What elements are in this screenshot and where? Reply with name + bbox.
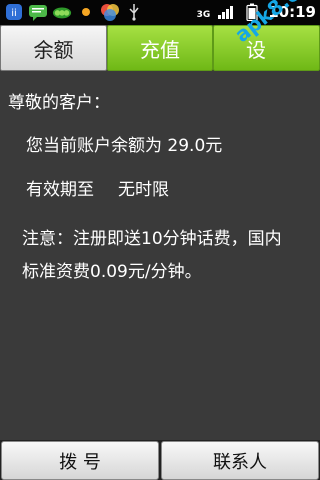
tab-bar: 余额 充值 设 — [0, 25, 320, 71]
svg-text:ii: ii — [11, 8, 17, 19]
network-type: 3G — [196, 10, 211, 20]
message-icon — [28, 2, 48, 22]
tab-balance[interactable]: 余额 — [0, 25, 107, 71]
balance-text: 您当前账户余额为 29.0元 — [26, 136, 223, 156]
system-status: 3G 10:19 — [197, 2, 316, 22]
app-icon: ii — [4, 2, 24, 22]
tab-recharge[interactable]: 充值 — [107, 25, 213, 71]
contacts-button[interactable]: 联系人 — [161, 441, 319, 480]
validity-label: 有效期至 — [26, 180, 94, 200]
validity-value: 无时限 — [118, 180, 169, 200]
status-bar: ii 3G 10:19 — [0, 0, 320, 25]
dial-button[interactable]: 拨 号 — [1, 441, 159, 480]
greeting-text: 尊敬的客户： — [8, 93, 110, 113]
bottom-bar: 拨 号 联系人 — [0, 440, 320, 480]
validity-line: 有效期至 无时限 — [26, 175, 169, 200]
colorful-icon — [100, 2, 120, 22]
content-panel: 尊敬的客户： 您当前账户余额为 29.0元 有效期至 无时限 注意：注册即送10分… — [0, 71, 320, 440]
tab-settings[interactable]: 设 — [213, 25, 320, 71]
signal-icon — [216, 2, 236, 22]
notice-text: 注意：注册即送10分钟话费，国内标准资费0.09元/分钟。 — [22, 229, 282, 282]
dot-icon — [76, 2, 96, 22]
usb-icon — [124, 2, 144, 22]
clock: 10:19 — [268, 3, 316, 21]
peas-icon — [52, 2, 72, 22]
battery-icon — [242, 2, 262, 22]
notification-icons: ii — [4, 2, 144, 22]
